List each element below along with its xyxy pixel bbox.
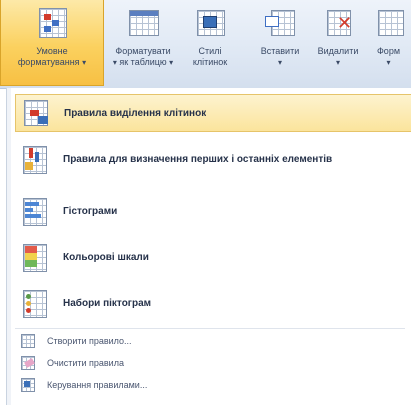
format-as-table-label-1: Форматувати <box>115 46 171 56</box>
highlight-cells-rules-icon <box>22 98 50 128</box>
color-scales-icon <box>21 242 49 272</box>
conditional-formatting-label-2: форматування <box>17 57 80 67</box>
chevron-down-icon: ▾ <box>82 58 87 67</box>
format-cells-label: Форм <box>376 46 401 56</box>
menu-gutter <box>7 88 11 405</box>
menu-item-clear-rules[interactable]: Очистити правила <box>21 354 124 372</box>
format-as-table-button[interactable]: Форматувати ▾ як таблицю ▾ <box>108 0 178 86</box>
menu-item-label: Правила виділення клітинок <box>64 107 207 119</box>
chevron-down-icon: ▾ <box>277 58 282 67</box>
cell-styles-label-2: клітинок <box>192 57 228 67</box>
menu-item-data-bars[interactable]: Гістограми <box>15 192 411 230</box>
menu-item-highlight-cells-rules[interactable]: Правила виділення клітинок <box>15 94 411 132</box>
chevron-down-icon: ▾ <box>386 58 391 67</box>
menu-item-label: Кольорові шкали <box>63 251 149 263</box>
menu-separator <box>15 328 405 329</box>
chevron-down-icon: ▾ <box>112 58 117 67</box>
menu-item-label: Правила для визначення перших і останніх… <box>63 153 333 165</box>
format-as-table-label-2: як таблицю <box>119 57 167 67</box>
new-rule-icon <box>21 334 35 348</box>
format-cells-button[interactable]: Форм ▾ <box>366 0 411 86</box>
cell-styles-button[interactable]: Стилі клітинок <box>184 0 236 86</box>
menu-item-label: Створити правило... <box>47 336 132 346</box>
menu-item-icon-sets[interactable]: Набори піктограм <box>15 284 411 322</box>
clear-rules-icon <box>21 356 35 370</box>
cell-styles-icon <box>193 6 227 40</box>
cell-styles-label-1: Стилі <box>198 46 222 56</box>
delete-cells-label: Видалити <box>317 46 359 56</box>
menu-item-top-bottom-rules[interactable]: Правила для визначення перших і останніх… <box>15 140 411 178</box>
format-as-table-icon <box>126 6 160 40</box>
chevron-down-icon: ▾ <box>335 58 340 67</box>
chevron-down-icon: ▾ <box>169 58 174 67</box>
menu-item-label: Гістограми <box>63 205 118 217</box>
menu-item-label: Очистити правила <box>47 358 124 368</box>
delete-cells-button[interactable]: ✕ Видалити ▾ <box>312 0 364 86</box>
format-cells-icon <box>372 6 406 40</box>
top-bottom-rules-icon <box>21 144 49 174</box>
icon-sets-icon <box>21 288 49 318</box>
delete-cells-icon: ✕ <box>321 6 355 40</box>
menu-item-new-rule[interactable]: Створити правило... <box>21 332 132 350</box>
insert-cells-button[interactable]: Вставити ▾ <box>254 0 306 86</box>
conditional-formatting-menu: Правила виділення клітинок Правила для в… <box>6 88 411 405</box>
conditional-formatting-icon <box>35 6 69 40</box>
manage-rules-icon <box>21 378 35 392</box>
insert-cells-label: Вставити <box>260 46 300 56</box>
menu-item-label: Керування правилами... <box>47 380 148 390</box>
conditional-formatting-label-1: Умовне <box>36 46 68 56</box>
conditional-formatting-button[interactable]: Умовне форматування ▾ <box>0 0 104 86</box>
ribbon: Умовне форматування ▾ Форматувати ▾ як т… <box>0 0 411 89</box>
menu-item-manage-rules[interactable]: Керування правилами... <box>21 376 147 394</box>
menu-item-label: Набори піктограм <box>63 297 152 309</box>
menu-item-color-scales[interactable]: Кольорові шкали <box>15 238 411 276</box>
insert-cells-icon <box>263 6 297 40</box>
data-bars-icon <box>21 196 49 226</box>
